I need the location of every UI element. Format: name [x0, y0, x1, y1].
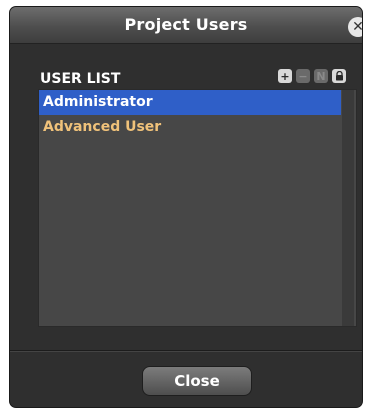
dialog-titlebar[interactable]: Project Users ✕ [10, 7, 362, 44]
footer-divider [10, 350, 362, 351]
lock-icon[interactable] [332, 69, 346, 83]
close-icon[interactable]: ✕ [348, 17, 362, 37]
remove-user-icon[interactable]: − [296, 69, 310, 83]
list-item[interactable]: Advanced User [39, 115, 341, 140]
dialog-title: Project Users [124, 15, 248, 34]
user-list-toolbar: + − N [278, 69, 346, 83]
rename-user-icon[interactable]: N [314, 69, 328, 83]
list-scrollbar[interactable] [342, 90, 354, 326]
user-list-label: USER LIST [40, 71, 121, 87]
add-user-icon[interactable]: + [278, 69, 292, 83]
list-item[interactable]: Administrator [39, 90, 341, 115]
close-button[interactable]: Close [142, 366, 252, 396]
lock-icon-glyph [335, 71, 343, 81]
project-users-dialog: Project Users ✕ USER LIST + − N Administ… [10, 7, 362, 407]
user-list[interactable]: Administrator Advanced User [38, 89, 357, 327]
